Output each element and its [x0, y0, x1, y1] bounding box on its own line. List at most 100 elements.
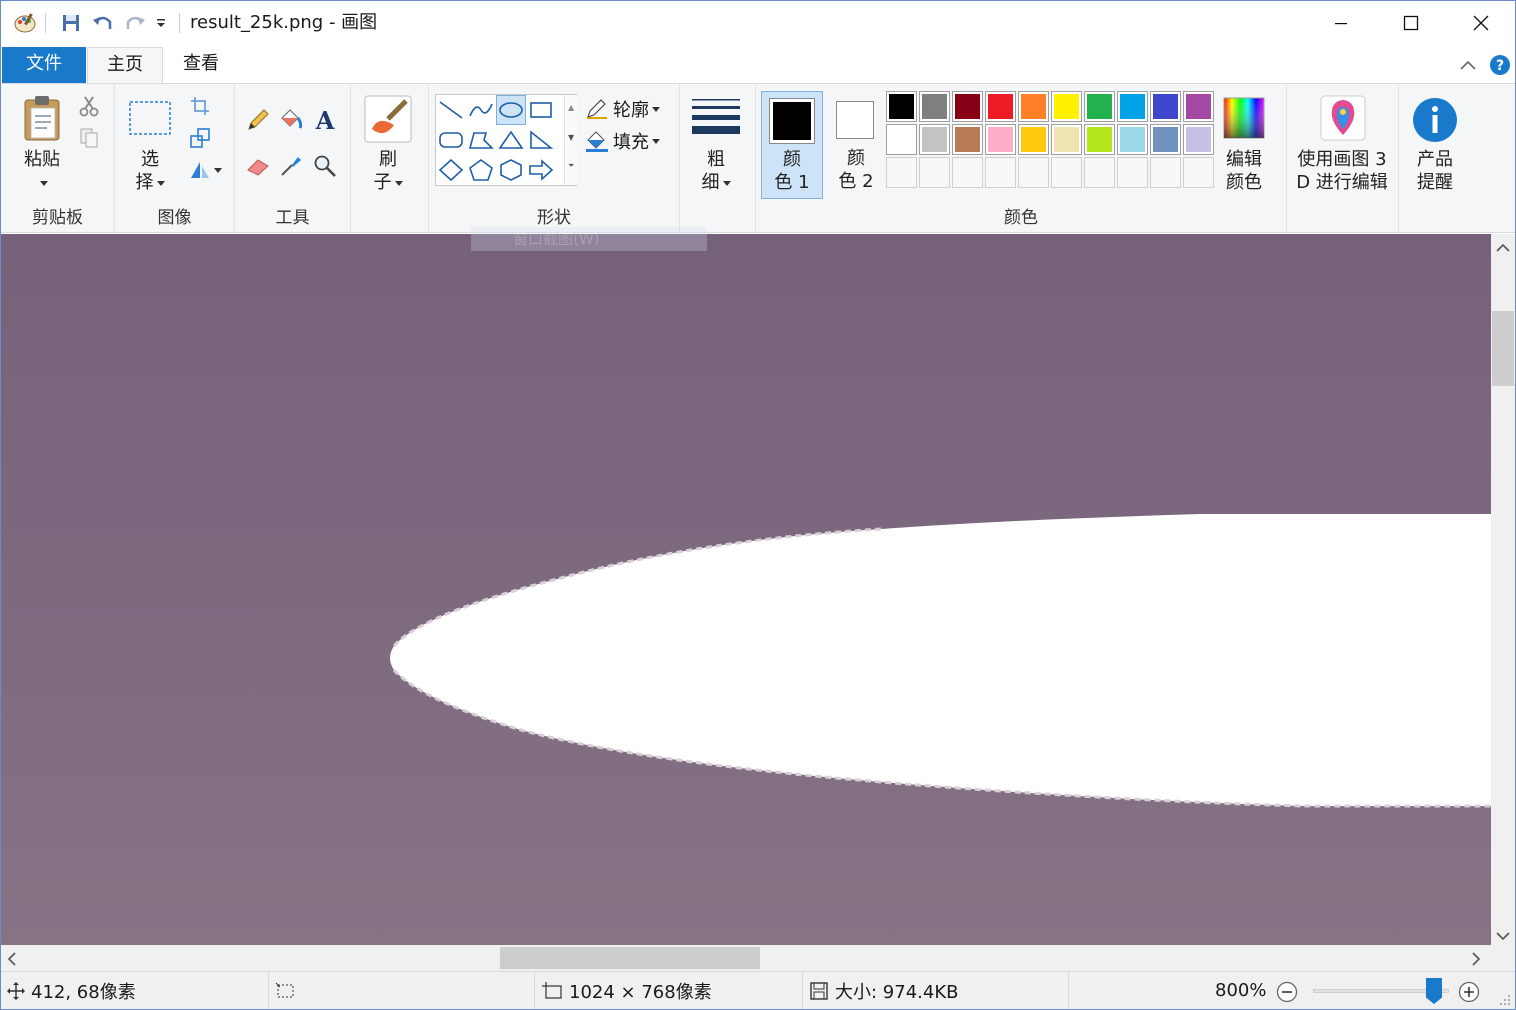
collapse-ribbon-icon[interactable] — [1456, 55, 1480, 75]
select-button[interactable]: 选 择 — [125, 148, 175, 194]
help-icon[interactable]: ? — [1488, 53, 1512, 77]
fill-bucket-icon[interactable] — [277, 106, 305, 134]
resize-grip-icon[interactable] — [1497, 992, 1513, 1008]
scroll-up-arrow-icon[interactable] — [1496, 238, 1510, 257]
horizontal-scroll-thumb[interactable] — [500, 947, 760, 969]
hexagon-shape-icon[interactable] — [496, 155, 526, 185]
custom-color-slot[interactable] — [985, 157, 1016, 188]
color2-button[interactable]: 颜 色 2 — [826, 91, 888, 199]
edit-colors-button[interactable]: 编辑 颜色 — [1216, 148, 1272, 194]
custom-color-slot[interactable] — [1117, 157, 1148, 188]
customize-quick-access-icon[interactable] — [153, 11, 169, 35]
resize-icon[interactable] — [187, 126, 213, 150]
paint3d-button[interactable]: 使用画图 3 D 进行编辑 — [1287, 148, 1397, 194]
undo-icon[interactable] — [91, 11, 115, 35]
palette-swatch[interactable] — [919, 124, 950, 155]
close-button[interactable] — [1446, 1, 1515, 45]
maximize-button[interactable] — [1376, 1, 1446, 45]
palette-swatch[interactable] — [1117, 91, 1148, 122]
cut-icon[interactable] — [77, 94, 101, 118]
curve-shape-icon[interactable] — [466, 95, 496, 125]
rectangle-shape-icon[interactable] — [526, 95, 556, 125]
crop-icon[interactable] — [187, 94, 213, 118]
zoom-in-button[interactable] — [1457, 980, 1481, 1004]
custom-color-slot[interactable] — [952, 157, 983, 188]
vertical-scroll-thumb[interactable] — [1492, 311, 1514, 386]
pencil-icon[interactable] — [245, 106, 271, 134]
custom-color-slot[interactable] — [886, 157, 917, 188]
color1-button[interactable]: 颜 色 1 — [761, 91, 823, 199]
tab-home[interactable]: 主页 — [87, 47, 163, 84]
paste-button[interactable]: 粘贴 — [15, 148, 69, 194]
fill-button[interactable]: 填充 — [585, 128, 675, 154]
drawing-canvas[interactable] — [1, 234, 1491, 945]
palette-swatch[interactable] — [952, 91, 983, 122]
expand-gallery-icon[interactable]: ⏷ — [568, 161, 574, 171]
eraser-icon[interactable] — [245, 152, 271, 180]
zoom-out-button[interactable] — [1275, 980, 1299, 1004]
oval-shape-icon[interactable] — [496, 95, 526, 125]
palette-swatch[interactable] — [919, 91, 950, 122]
palette-swatch[interactable] — [1051, 91, 1082, 122]
palette-swatch[interactable] — [1084, 124, 1115, 155]
custom-color-slot[interactable] — [1018, 157, 1049, 188]
text-icon[interactable]: A — [311, 106, 339, 134]
scroll-down-icon[interactable]: ▼ — [568, 133, 574, 142]
color-picker-icon[interactable] — [277, 152, 305, 180]
scroll-right-arrow-icon[interactable] — [1471, 951, 1481, 970]
redo-icon[interactable] — [123, 11, 147, 35]
palette-swatch[interactable] — [886, 124, 917, 155]
select-icon[interactable] — [127, 98, 173, 138]
paste-icon[interactable] — [19, 92, 65, 144]
palette-swatch[interactable] — [985, 91, 1016, 122]
scroll-left-arrow-icon[interactable] — [7, 951, 17, 970]
palette-swatch[interactable] — [985, 124, 1016, 155]
palette-swatch[interactable] — [1051, 124, 1082, 155]
zoom-slider-thumb[interactable] — [1426, 978, 1442, 1004]
palette-swatch[interactable] — [952, 124, 983, 155]
pentagon-shape-icon[interactable] — [466, 155, 496, 185]
palette-swatch[interactable] — [1117, 124, 1148, 155]
shapes-gallery[interactable]: ▲ ▼ ⏷ — [435, 94, 577, 186]
line-shape-icon[interactable] — [436, 95, 466, 125]
palette-swatch[interactable] — [886, 91, 917, 122]
rounded-rectangle-shape-icon[interactable] — [436, 125, 466, 155]
polygon-shape-icon[interactable] — [466, 125, 496, 155]
diamond-shape-icon[interactable] — [436, 155, 466, 185]
magnifier-icon[interactable] — [311, 152, 339, 180]
size-icon[interactable] — [690, 96, 742, 138]
paint3d-icon[interactable] — [1319, 94, 1367, 142]
palette-swatch[interactable] — [1150, 124, 1181, 155]
outline-button[interactable]: 轮廓 — [585, 96, 675, 122]
custom-color-slot[interactable] — [1183, 157, 1214, 188]
custom-color-slot[interactable] — [919, 157, 950, 188]
copy-icon[interactable] — [77, 126, 101, 150]
tab-file[interactable]: 文件 — [2, 47, 86, 83]
paint-app-icon[interactable] — [11, 11, 39, 35]
palette-swatch[interactable] — [1018, 91, 1049, 122]
triangle-shape-icon[interactable] — [496, 125, 526, 155]
custom-color-slot[interactable] — [1084, 157, 1115, 188]
minimize-button[interactable] — [1306, 1, 1376, 45]
scroll-up-icon[interactable]: ▲ — [568, 103, 574, 112]
brushes-button[interactable]: 刷 子 — [363, 148, 413, 194]
horizontal-scrollbar[interactable] — [1, 945, 1491, 971]
palette-swatch[interactable] — [1183, 124, 1214, 155]
palette-swatch[interactable] — [1183, 91, 1214, 122]
custom-color-slot[interactable] — [1051, 157, 1082, 188]
rotate-icon[interactable] — [185, 158, 225, 182]
brush-icon[interactable] — [363, 94, 413, 144]
shapes-gallery-scroll[interactable]: ▲ ▼ ⏷ — [564, 95, 577, 185]
vertical-scrollbar[interactable] — [1491, 234, 1515, 945]
info-icon[interactable] — [1411, 96, 1459, 144]
palette-swatch[interactable] — [1150, 91, 1181, 122]
palette-swatch[interactable] — [1018, 124, 1049, 155]
scroll-down-arrow-icon[interactable] — [1496, 926, 1510, 945]
tab-view[interactable]: 查看 — [167, 47, 235, 83]
save-icon[interactable] — [59, 11, 83, 35]
palette-swatch[interactable] — [1084, 91, 1115, 122]
edit-colors-icon[interactable] — [1222, 96, 1266, 140]
arrow-shape-icon[interactable] — [526, 155, 556, 185]
right-triangle-shape-icon[interactable] — [526, 125, 556, 155]
custom-color-slot[interactable] — [1150, 157, 1181, 188]
